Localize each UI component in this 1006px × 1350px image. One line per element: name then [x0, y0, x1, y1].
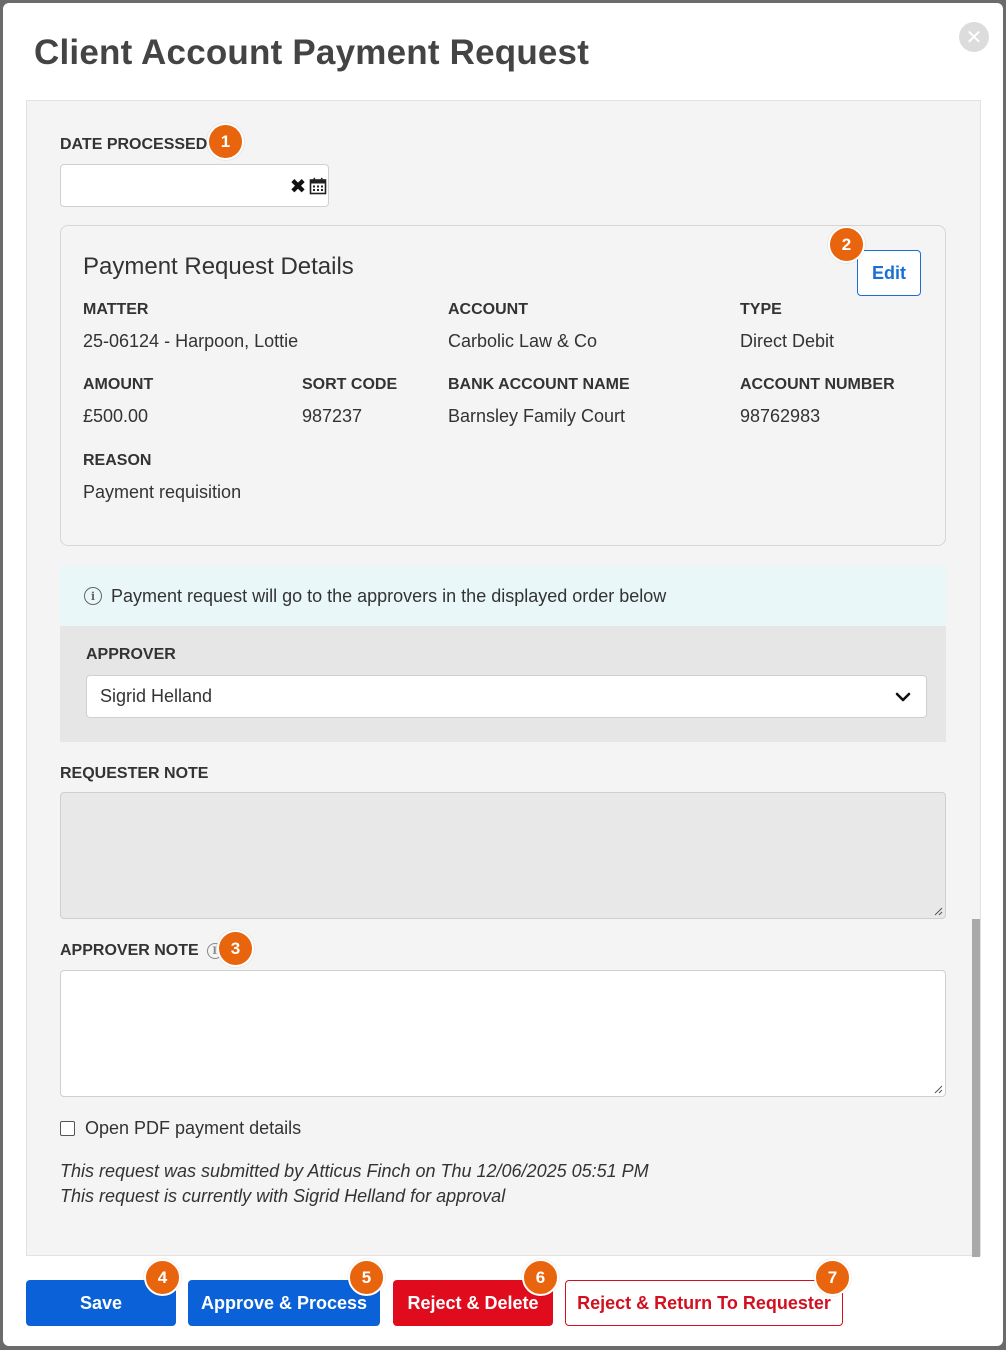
requester-note-label: REQUESTER NOTE [60, 765, 209, 782]
payment-request-modal: Client Account Payment Request ✕ DATE PR… [3, 3, 1003, 1346]
banner-text: Payment request will go to the approvers… [111, 585, 667, 606]
calendar-icon[interactable] [308, 165, 328, 206]
open-pdf-label[interactable]: Open PDF payment details [85, 1118, 301, 1139]
date-processed-field: ✖ [60, 164, 329, 207]
callout-badge-4: 4 [144, 1259, 181, 1296]
approver-note-label-row: APPROVER NOTE i [60, 942, 223, 960]
close-icon[interactable]: ✕ [959, 22, 989, 52]
account-value: Carbolic Law & Co [448, 331, 598, 351]
account-number-value: 98762983 [740, 406, 821, 426]
modal-title: Client Account Payment Request [34, 33, 590, 72]
scrollbar-thumb[interactable] [972, 919, 980, 1257]
bank-account-name-label: BANK ACCOUNT NAME [448, 376, 630, 393]
details-title: Payment Request Details [83, 253, 354, 280]
resize-grip-icon[interactable] [933, 906, 943, 916]
date-processed-input[interactable] [61, 165, 288, 206]
type-value: Direct Debit [740, 331, 835, 351]
callout-badge-2: 2 [828, 226, 865, 263]
reason-label: REASON [83, 452, 152, 469]
chevron-down-icon [895, 692, 911, 702]
sort-code-value: 987237 [302, 406, 363, 426]
edit-button[interactable]: Edit [857, 250, 921, 296]
info-icon: i [84, 587, 102, 605]
current-approver-note: This request is currently with Sigrid He… [60, 1186, 506, 1206]
approver-label: APPROVER [86, 646, 176, 663]
requester-note-textarea [60, 792, 946, 919]
open-pdf-checkbox[interactable] [60, 1121, 75, 1136]
resize-grip-icon[interactable] [933, 1084, 943, 1094]
reject-return-button[interactable]: Reject & Return To Requester [565, 1280, 843, 1326]
modal-body: DATE PROCESSED 1 ✖ Payment Request Detai… [26, 100, 981, 1257]
approver-order-banner: i Payment request will go to the approve… [60, 566, 946, 626]
amount-value: £500.00 [83, 406, 149, 426]
amount-label: AMOUNT [83, 376, 154, 393]
matter-label: MATTER [83, 301, 149, 318]
payment-details-card: Payment Request Details 2 Edit MATTER 25… [60, 225, 946, 546]
approver-panel: APPROVER Sigrid Helland [60, 626, 946, 742]
open-pdf-row: Open PDF payment details [60, 1118, 301, 1139]
clear-date-icon[interactable]: ✖ [288, 165, 308, 206]
approver-selected-value: Sigrid Helland [100, 686, 213, 706]
date-processed-label: DATE PROCESSED [60, 136, 208, 153]
callout-badge-5: 5 [348, 1259, 385, 1296]
matter-value: 25-06124 - Harpoon, Lottie [83, 331, 299, 351]
sort-code-label: SORT CODE [302, 376, 398, 393]
callout-badge-7: 7 [814, 1259, 851, 1296]
approver-note-label: APPROVER NOTE [60, 942, 199, 959]
callout-badge-3: 3 [217, 930, 254, 967]
approver-note-textarea[interactable] [60, 970, 946, 1097]
account-label: ACCOUNT [448, 301, 528, 318]
submitted-note: This request was submitted by Atticus Fi… [60, 1161, 649, 1181]
account-number-label: ACCOUNT NUMBER [740, 376, 895, 393]
callout-badge-1: 1 [207, 123, 244, 160]
type-label: TYPE [740, 301, 782, 318]
approver-select[interactable]: Sigrid Helland [86, 675, 927, 718]
callout-badge-6: 6 [522, 1259, 559, 1296]
reason-value: Payment requisition [83, 482, 242, 502]
bank-account-name-value: Barnsley Family Court [448, 406, 626, 426]
